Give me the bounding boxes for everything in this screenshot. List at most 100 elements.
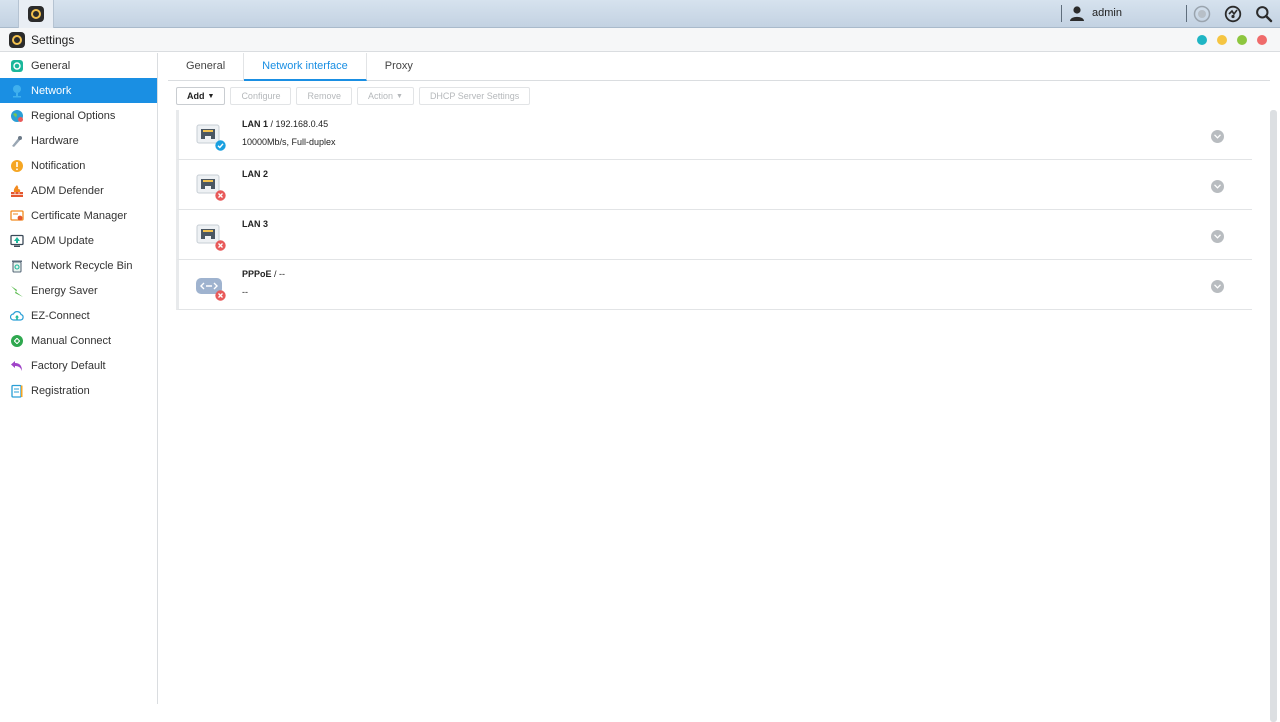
sidebar-item-label: Network [31,84,72,97]
window-restore-button[interactable] [1197,35,1207,45]
notification-icon [10,159,24,173]
interface-status: -- [242,287,248,297]
window-close-button[interactable] [1257,35,1267,45]
hardware-icon [10,134,24,148]
taskbar-divider [1061,5,1062,22]
connect-icon [10,334,24,348]
tab-proxy[interactable]: Proxy [367,53,431,81]
sidebar-item-manual-connect[interactable]: Manual Connect [0,328,157,353]
chevron-down-icon [1214,184,1221,189]
interface-name: LAN 1 [242,119,269,129]
interface-row-lan1[interactable]: LAN 1 / 192.168.0.45 10000Mb/s, Full-dup… [176,110,1252,160]
action-button[interactable]: Action ▼ [356,87,414,105]
sidebar-item-label: Factory Default [31,359,106,372]
window-title: Settings [31,33,75,47]
sidebar-item-network[interactable]: Network [0,78,157,103]
sidebar-item-network-recycle-bin[interactable]: Network Recycle Bin [0,253,157,278]
dashboard-icon[interactable] [1224,5,1242,23]
interface-row-pppoe[interactable]: PPPoE / -- -- [176,260,1252,310]
sidebar-item-factory-default[interactable]: Factory Default [0,353,157,378]
registration-icon [10,384,24,398]
add-button-label: Add [187,91,205,101]
tab-general[interactable]: General [168,53,245,81]
interface-status: 10000Mb/s, Full-duplex [242,137,336,147]
update-icon [10,234,24,248]
sidebar-item-label: Hardware [31,134,79,147]
sidebar-item-label: Manual Connect [31,334,112,347]
search-icon[interactable] [1255,5,1273,23]
dhcp-server-settings-button[interactable]: DHCP Server Settings [418,87,531,105]
sidebar-item-adm-defender[interactable]: ADM Defender [0,178,157,203]
globe-icon [10,109,24,123]
cloud-icon [10,309,24,323]
user-icon [1070,6,1084,21]
interface-ip: / -- [274,269,286,279]
taskbar-divider [1186,5,1187,22]
interface-name: LAN 2 [242,169,269,179]
chevron-down-icon [1214,134,1221,139]
chevron-down-icon [1214,234,1221,239]
username-label: admin [1092,7,1122,19]
interface-row-lan3[interactable]: LAN 3 [176,210,1252,260]
interface-title: PPPoE / -- [242,269,285,279]
window-minimize-button[interactable] [1217,35,1227,45]
interface-ip: / 192.168.0.45 [270,119,329,129]
taskbar-settings-app[interactable] [18,0,54,28]
sidebar-item-label: Notification [31,159,86,172]
sidebar-item-energy-saver[interactable]: Energy Saver [0,278,157,303]
network-icon [10,84,24,98]
sidebar-item-label: General [31,59,71,72]
certificate-icon [10,209,24,223]
sidebar-item-label: ADM Defender [31,184,104,197]
scrollbar-thumb[interactable] [1270,110,1277,722]
caret-down-icon: ▼ [207,93,215,100]
sidebar-item-label: Energy Saver [31,284,98,297]
settings-window-icon [9,32,25,48]
sidebar-item-ez-connect[interactable]: EZ-Connect [0,303,157,328]
interface-name: PPPoE [242,269,272,279]
firewall-icon [10,184,24,198]
sidebar-item-general[interactable]: General [0,53,157,78]
sidebar-item-label: Registration [31,384,90,397]
undo-icon [10,359,24,373]
interface-name: LAN 3 [242,219,269,229]
user-menu[interactable]: admin [1069,5,1122,21]
interface-title: LAN 1 / 192.168.0.45 [242,119,328,129]
notification-status-icon[interactable] [1193,5,1211,23]
sidebar-item-adm-update[interactable]: ADM Update [0,228,157,253]
configure-button[interactable]: Configure [230,87,292,105]
window-titlebar: Settings [0,28,1280,52]
expand-button[interactable] [1211,230,1224,243]
connected-check-icon [215,140,226,151]
sidebar-item-hardware[interactable]: Hardware [0,128,157,153]
window-maximize-button[interactable] [1237,35,1247,45]
main-panel: General Network interface Proxy Add ▼ Con… [158,53,1280,722]
energy-icon [10,284,24,298]
expand-button[interactable] [1211,280,1224,293]
add-button[interactable]: Add ▼ [176,87,226,105]
sidebar-item-regional-options[interactable]: Regional Options [0,103,157,128]
settings-app-icon [28,6,44,22]
recycle-bin-icon [10,259,24,273]
disconnected-x-icon [215,190,226,201]
remove-button[interactable]: Remove [296,87,352,105]
sidebar-item-label: EZ-Connect [31,309,90,322]
interface-list: LAN 1 / 192.168.0.45 10000Mb/s, Full-dup… [176,110,1252,310]
sidebar-item-registration[interactable]: Registration [0,378,157,403]
chevron-down-icon [1214,284,1221,289]
caret-down-icon: ▼ [396,93,403,100]
expand-button[interactable] [1211,180,1224,193]
disconnected-x-icon [215,290,226,301]
taskbar: admin [0,0,1280,28]
tab-network-interface[interactable]: Network interface [244,53,367,81]
action-button-label: Action [367,91,393,101]
interface-row-lan2[interactable]: LAN 2 [176,160,1252,210]
sidebar-item-certificate-manager[interactable]: Certificate Manager [0,203,157,228]
scrollbar[interactable] [1270,110,1277,722]
interface-title: LAN 3 [242,219,268,229]
sidebar-item-label: Certificate Manager [31,209,127,222]
expand-button[interactable] [1211,130,1224,143]
toolbar: Add ▼ Configure Remove Action ▼ DHCP Serve… [176,87,531,105]
sidebar-item-notification[interactable]: Notification [0,153,157,178]
tab-bar: General Network interface Proxy [168,53,1270,81]
